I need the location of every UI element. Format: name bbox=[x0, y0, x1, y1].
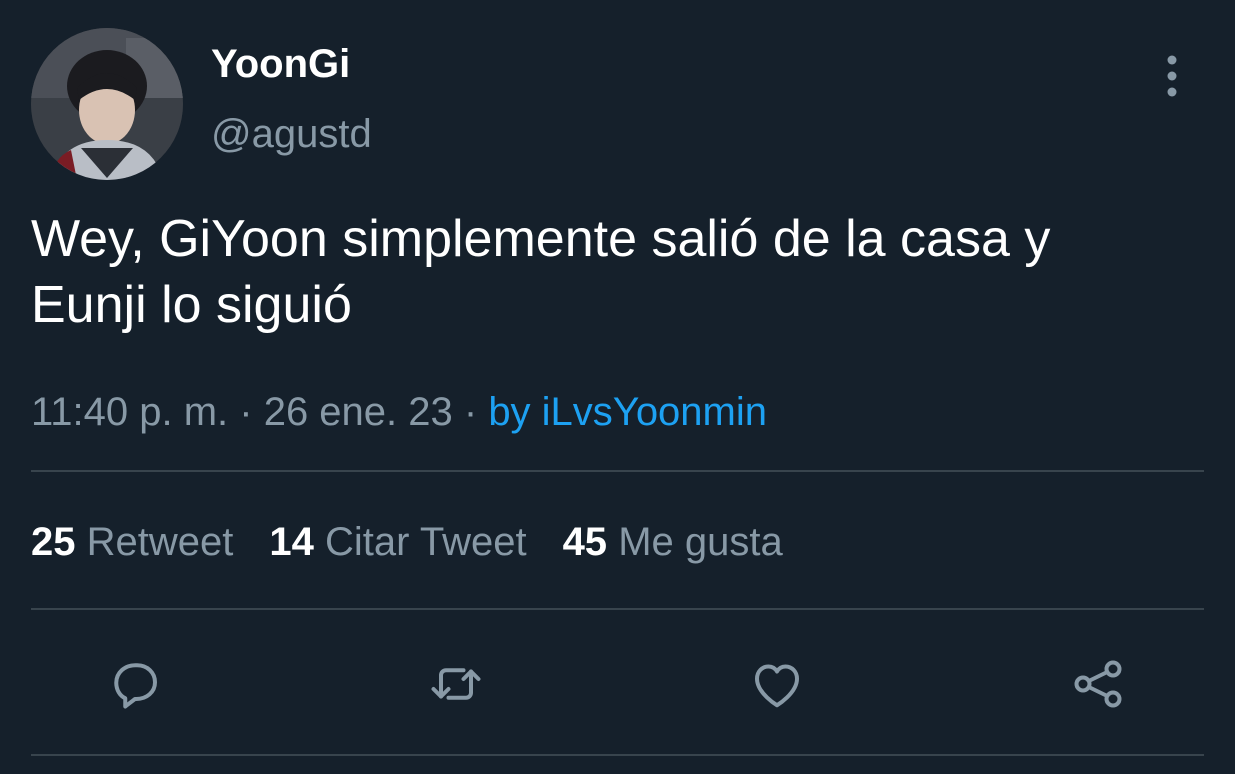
likes-stat[interactable]: 45 Me gusta bbox=[563, 520, 783, 564]
avatar-photo bbox=[31, 28, 183, 180]
more-options-button[interactable] bbox=[1150, 50, 1194, 102]
tweet-text-line: Eunji lo siguió bbox=[31, 276, 352, 334]
tweet-actions bbox=[0, 652, 1235, 716]
likes-count: 45 bbox=[562, 520, 608, 564]
tweet-source-link[interactable]: by iLvsYoonmin bbox=[488, 390, 767, 434]
tweet-detail: YoonGi @agustd Wey, GiYoon simplemente s… bbox=[0, 0, 1235, 774]
tweet-stats: 25 Retweet 14 Citar Tweet 45 Me gusta bbox=[31, 516, 819, 568]
meta-separator: · bbox=[228, 390, 264, 434]
more-vertical-icon bbox=[1167, 55, 1177, 97]
display-name[interactable]: YoonGi bbox=[211, 40, 350, 88]
tweet-text: Wey, GiYoon simplemente salió de la casa… bbox=[31, 206, 1211, 338]
retweet-button[interactable] bbox=[424, 652, 488, 716]
tweet-date[interactable]: 26 ene. 23 bbox=[264, 390, 453, 434]
share-button[interactable] bbox=[1066, 652, 1130, 716]
avatar[interactable] bbox=[31, 28, 183, 180]
tweet-time[interactable]: 11:40 p. m. bbox=[31, 390, 228, 434]
retweet-icon bbox=[431, 668, 481, 700]
divider bbox=[31, 470, 1204, 472]
quotes-label: Citar Tweet bbox=[325, 520, 527, 564]
quotes-stat[interactable]: 14 Citar Tweet bbox=[269, 520, 526, 564]
divider bbox=[31, 754, 1204, 756]
likes-label: Me gusta bbox=[618, 520, 783, 564]
retweets-stat[interactable]: 25 Retweet bbox=[31, 520, 233, 564]
share-icon bbox=[1074, 660, 1122, 708]
meta-separator: · bbox=[452, 390, 489, 434]
retweets-label: Retweet bbox=[86, 520, 234, 564]
reply-button[interactable] bbox=[103, 652, 167, 716]
quotes-count: 14 bbox=[269, 520, 314, 564]
like-button[interactable] bbox=[745, 652, 809, 716]
user-handle[interactable]: @agustd bbox=[211, 110, 372, 158]
tweet-text-line: Wey, GiYoon simplemente salió de la casa… bbox=[31, 210, 1051, 268]
reply-icon bbox=[114, 663, 157, 709]
tweet-meta: 11:40 p. m. · 26 ene. 23 · by iLvsYoonmi… bbox=[31, 386, 767, 438]
retweets-count: 25 bbox=[31, 520, 76, 564]
heart-icon bbox=[755, 664, 799, 708]
divider bbox=[31, 608, 1204, 610]
